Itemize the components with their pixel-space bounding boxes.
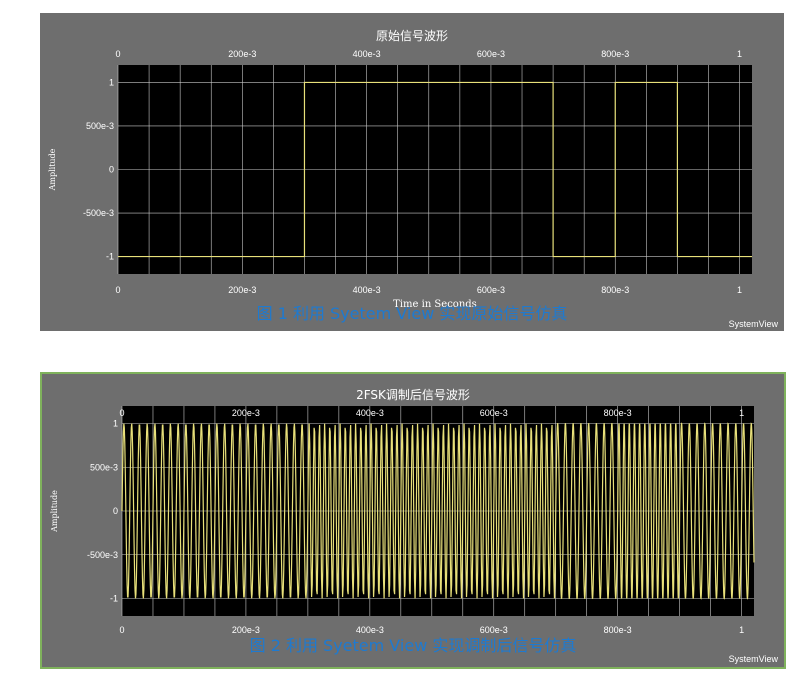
y-axis-label: Amplitude [48, 148, 57, 191]
y-axis-label: Amplitude [50, 490, 59, 533]
x-tick-label: 200e-3 [228, 49, 256, 59]
x-tick-label: 200e-3 [232, 408, 260, 418]
y-tick-label: 1 [113, 419, 118, 429]
x-tick-label: 800e-3 [601, 285, 629, 295]
x-tick-label: 1 [737, 49, 742, 59]
x-tick-label: 400e-3 [353, 285, 381, 295]
x-tick-label: 600e-3 [480, 408, 508, 418]
x-tick-label: 1 [739, 408, 744, 418]
y-tick-label: -500e-3 [87, 550, 118, 560]
x-tick-label: 0 [115, 285, 120, 295]
x-tick-label: 200e-3 [228, 285, 256, 295]
y-tick-label: 1 [109, 77, 114, 87]
x-tick-label: 400e-3 [353, 49, 381, 59]
x-tick-label: 600e-3 [477, 285, 505, 295]
x-tick-label: 0 [115, 49, 120, 59]
y-tick-label: 0 [113, 506, 118, 516]
figure-caption-1: 图 1 利用 Syetem View 实现原始信号仿真 [256, 304, 568, 323]
x-tick-label: 800e-3 [601, 49, 629, 59]
y-tick-label: -1 [106, 252, 114, 262]
y-tick-label: -1 [110, 594, 118, 604]
figure-caption-2: 图 2 利用 Syetem View 实现调制后信号仿真 [249, 636, 577, 655]
x-tick-label: 600e-3 [477, 49, 505, 59]
y-tick-label: 500e-3 [90, 462, 118, 472]
y-tick-label: -500e-3 [83, 208, 114, 218]
x-tick-label: 1 [737, 285, 742, 295]
systemview-brand-1: SystemView [728, 319, 778, 329]
chart-svg-1: 0 0 200e-3 200e-3 400e-3 400e-3 600e-3 600e-3 80… [48, 49, 752, 310]
chart-svg-2: 00200e-3200e-3400e-3400e-3600e-3600e-380… [50, 406, 755, 635]
y-tick-label: 0 [109, 165, 114, 175]
x-tick-label: 0 [119, 408, 124, 418]
chart-panel-1: 原始信号波形 0 0 200e-3 200e-3 400e-3 400e-3 600e-3 6… [40, 13, 784, 331]
y-tick-label: 500e-3 [86, 121, 114, 131]
x-tick-label: 800e-3 [604, 408, 632, 418]
x-tick-label: 400e-3 [356, 408, 384, 418]
chart-panel-2: 2FSK调制后信号波形 0 0 200e-3 200e-3 400e-3 400e-3 60… [40, 372, 786, 669]
systemview-brand-2: SystemView [728, 654, 778, 664]
